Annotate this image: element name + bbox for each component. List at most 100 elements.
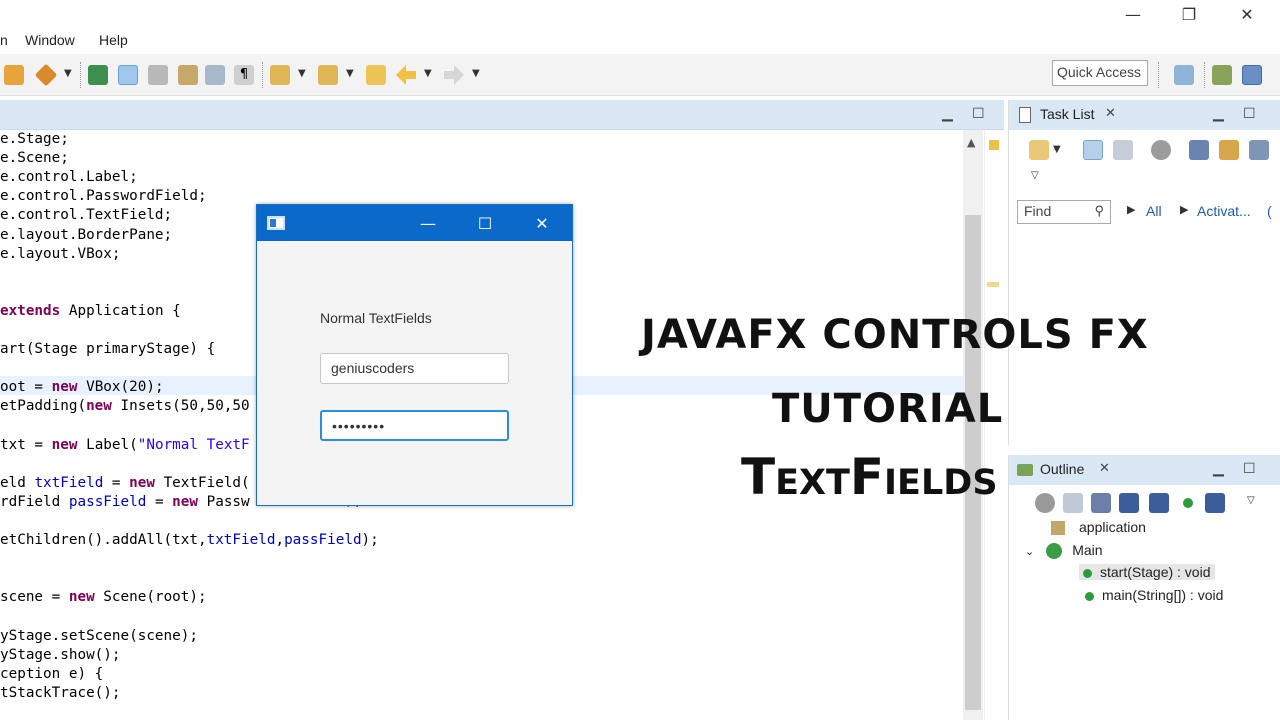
fx-minimize-button[interactable]: — [400,205,456,241]
outline-item-method[interactable]: main(String[]) : void [1085,587,1223,603]
show-whitespace-icon[interactable] [205,65,225,85]
forward-arrow-icon[interactable] [444,65,464,85]
paragraph-icon[interactable]: ¶ [234,65,254,85]
minimize-view-icon[interactable]: ▁ [1213,461,1224,477]
chevron-down-icon[interactable]: ▼ [346,68,354,79]
view-menu-icon[interactable]: ▽ [1031,170,1039,181]
maximize-view-icon[interactable]: ☐ [1243,106,1256,122]
menu-run[interactable]: n [0,32,8,48]
outline-title[interactable]: Outline [1040,461,1084,477]
code-line: e.Scene; [0,150,69,167]
outline-item-label: start(Stage) : void [1100,564,1211,580]
occurrence-marker-icon[interactable] [987,282,999,287]
code-line: e.control.Label; [0,169,138,186]
scroll-up-icon[interactable]: ▲ [967,136,975,149]
outline-icon [1017,464,1033,476]
menu-help[interactable]: Help [99,32,128,48]
word-wrap-icon[interactable] [148,65,168,85]
task-list-title[interactable]: Task List [1040,106,1094,122]
overlay-title-line1: JAVAFX CONTROLS FX [641,312,1149,358]
javafx-title-bar[interactable]: — ☐ ✕ [257,205,572,241]
chevron-down-icon[interactable]: ▼ [1053,144,1061,155]
filter-activate-link[interactable]: Activat... [1197,203,1251,219]
chevron-down-icon[interactable]: ▼ [424,68,432,79]
back-arrow-icon[interactable] [396,65,416,85]
menu-window[interactable]: Window [25,32,75,48]
class-icon [1046,543,1063,560]
link-editor-icon[interactable] [1035,493,1055,513]
view-menu-icon[interactable]: ▽ [1247,495,1255,506]
text-field[interactable]: geniuscoders [320,353,509,384]
code-line: eld txtField = new TextField( [0,474,250,491]
hide-local-types-icon[interactable] [1205,493,1225,513]
search-icon[interactable] [88,65,108,85]
outline-item-label: main(String[]) : void [1102,587,1224,603]
maximize-view-icon[interactable]: ☐ [972,106,985,122]
password-field[interactable]: ••••••••• [320,410,509,441]
open-perspective-icon[interactable] [1174,65,1194,85]
toggle-mark-occurrences-icon[interactable] [118,65,138,85]
synchronize-icon[interactable] [1151,140,1171,160]
task-find-input[interactable]: Find ⚲ [1017,200,1111,224]
hide-completed-icon[interactable] [1189,140,1209,160]
close-window-button[interactable]: ✕ [1218,0,1276,28]
code-line: e.control.PasswordField; [0,188,207,205]
minimize-view-icon[interactable]: ▁ [942,106,953,122]
sort-icon[interactable] [1091,493,1111,513]
minimize-view-icon[interactable]: ▁ [1213,106,1224,122]
scheduled-icon[interactable] [1113,140,1133,160]
search-icon[interactable]: ⚲ [1094,203,1104,219]
task-more-link[interactable]: ( [1267,203,1272,219]
code-line: rdField passField = new Passw [0,493,250,510]
fx-close-button[interactable]: ✕ [514,205,570,241]
chevron-down-icon[interactable]: ▼ [472,68,480,79]
toolbar-separator [1204,62,1205,88]
task-list-icon [1019,107,1031,123]
menu-bar: n Window Help [0,28,1280,54]
filter-all-link[interactable]: All [1146,203,1162,219]
hide-static-icon[interactable] [1149,493,1169,513]
java-perspective-icon[interactable] [1242,65,1262,85]
code-line: e.control.TextField; [0,207,173,224]
collapse-all-icon[interactable] [1249,140,1269,160]
quick-access-field[interactable]: Quick Access [1052,60,1148,86]
outline-item-label: application [1079,519,1146,535]
debug-perspective-icon[interactable] [1212,65,1232,85]
editor-tab-bar: ▁ ☐ [0,100,1004,130]
close-view-icon[interactable]: ✕ [1099,461,1110,476]
open-folder-icon[interactable] [4,65,24,85]
fx-maximize-button[interactable]: ☐ [457,205,513,241]
run-rocket-icon[interactable] [34,63,58,87]
outline-item-method-selected[interactable]: start(Stage) : void [1079,564,1215,580]
outline-header: Outline ✕ ▁ ☐ [1009,455,1280,485]
code-line: extends Application { [0,302,181,319]
hide-nonpublic-icon[interactable] [1183,498,1193,508]
close-view-icon[interactable]: ✕ [1105,106,1116,121]
restore-window-button[interactable]: ❐ [1160,0,1218,28]
next-annotation-icon[interactable] [270,65,290,85]
new-task-icon[interactable] [1029,140,1049,160]
warning-marker-icon[interactable] [989,140,999,150]
last-edit-location-icon[interactable] [366,65,386,85]
code-line: yStage.setScene(scene); [0,627,198,644]
minimize-window-button[interactable]: — [1104,0,1162,28]
focus-workweek-icon[interactable] [1219,140,1239,160]
public-method-icon [1083,568,1092,578]
collapse-all-icon[interactable] [1063,493,1083,513]
chevron-down-icon[interactable]: ▼ [298,68,306,79]
outline-panel: Outline ✕ ▁ ☐ ▽ application ⌄ Main start(… [1008,455,1280,720]
outline-item-package[interactable]: application [1051,519,1146,536]
code-line: scene = new Scene(root); [0,589,207,606]
app-icon [267,216,285,230]
categorized-icon[interactable] [1083,140,1103,160]
static-method-icon [1085,591,1094,601]
chevron-down-icon[interactable]: ▼ [64,68,72,79]
maximize-view-icon[interactable]: ☐ [1243,461,1256,477]
previous-annotation-icon[interactable] [318,65,338,85]
chevron-right-icon: ▶ [1180,204,1189,216]
block-selection-icon[interactable] [178,65,198,85]
code-line: e.layout.VBox; [0,245,121,262]
chevron-down-icon[interactable]: ⌄ [1025,546,1034,558]
outline-item-class[interactable]: ⌄ Main [1025,542,1103,560]
hide-fields-icon[interactable] [1119,493,1139,513]
